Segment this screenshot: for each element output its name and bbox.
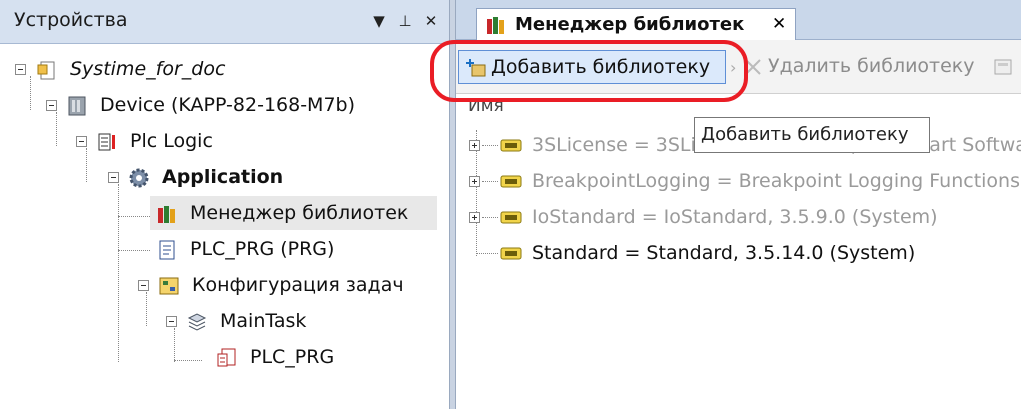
library-version-icon	[500, 139, 522, 152]
tree-node-label: Application	[162, 166, 284, 188]
tooltip-add-library: Добавить библиотеку	[694, 117, 930, 153]
application-gear-icon	[129, 168, 149, 188]
library-manager-icon	[158, 206, 175, 223]
expand-expander-icon[interactable]	[469, 176, 480, 187]
delete-library-label: Удалить библиотеку	[768, 55, 975, 77]
library-row[interactable]: Standard = Standard, 3.5.14.0 (System)	[456, 236, 1021, 270]
tree-node-label: MainTask	[220, 310, 307, 332]
delete-library-button[interactable]: Удалить библиотеку	[736, 50, 986, 84]
library-manager-icon	[487, 17, 504, 34]
expand-expander-icon[interactable]	[469, 212, 480, 223]
tab-label: Менеджер библиотек	[515, 14, 745, 35]
tree-node-plc-prg-call[interactable]: PLC_PRG	[0, 340, 449, 374]
tree-node-application[interactable]: Application	[0, 160, 449, 194]
project-icon	[37, 61, 55, 80]
tree-node-label: Plc Logic	[130, 130, 213, 152]
tree-node-label: PLC_PRG (PRG)	[190, 238, 335, 260]
tree-node-label: Конфигурация задач	[192, 274, 404, 296]
expand-expander-icon[interactable]	[469, 140, 480, 151]
tree-node-main-task[interactable]: MainTask	[0, 304, 449, 338]
collapse-expander-icon[interactable]	[15, 64, 26, 75]
collapse-expander-icon[interactable]	[46, 100, 57, 111]
collapse-expander-icon[interactable]	[76, 136, 87, 147]
tree-node-plc-prg[interactable]: PLC_PRG (PRG)	[150, 232, 437, 266]
library-row[interactable]: BreakpointLogging = Breakpoint Logging F…	[456, 164, 1021, 198]
library-version-icon	[500, 247, 522, 260]
library-label: Standard = Standard, 3.5.14.0 (System)	[532, 242, 916, 264]
close-tab-icon[interactable]: ✕	[772, 14, 786, 34]
device-icon	[68, 96, 86, 116]
tree-node-task-config[interactable]: Конфигурация задач	[0, 268, 449, 302]
devices-panel-title: Устройства	[14, 9, 128, 31]
document-tab-strip: Менеджер библиотек ✕	[456, 0, 1021, 41]
collapse-expander-icon[interactable]	[138, 280, 149, 291]
collapse-expander-icon[interactable]	[108, 172, 119, 183]
tab-library-manager[interactable]: Менеджер библиотек ✕	[476, 8, 796, 41]
library-label: BreakpointLogging = Breakpoint Logging F…	[532, 170, 1021, 192]
highlight-annotation	[430, 40, 748, 102]
tree-node-device[interactable]: Device (KAPP-82-168-M7b)	[0, 88, 449, 122]
task-config-icon	[159, 277, 179, 295]
tree-node-label: PLC_PRG	[250, 346, 335, 368]
collapse-expander-icon[interactable]	[166, 316, 177, 327]
library-properties-icon[interactable]	[992, 56, 1014, 78]
tree-node-project[interactable]: Systime_for_doc	[0, 52, 449, 86]
library-version-icon	[500, 211, 522, 224]
task-icon	[187, 313, 207, 331]
close-panel-icon[interactable]: ✕	[420, 10, 442, 32]
tree-node-label: Device (KAPP-82-168-M7b)	[100, 94, 356, 116]
panel-menu-dropdown-icon[interactable]: ▼	[368, 10, 390, 32]
devices-panel: Устройства ▼ ⊥ ✕ Systime_for_doc Device …	[0, 0, 449, 409]
library-version-icon	[500, 175, 522, 188]
tree-node-label: Менеджер библиотек	[190, 202, 409, 224]
tree-node-plc-logic[interactable]: Plc Logic	[0, 124, 449, 158]
library-label: IoStandard = IoStandard, 3.5.9.0 (System…	[532, 206, 938, 228]
devices-panel-header: Устройства ▼ ⊥ ✕	[0, 0, 449, 44]
program-icon	[159, 240, 175, 260]
pin-icon[interactable]: ⊥	[394, 10, 416, 32]
tree-node-library-manager[interactable]: Менеджер библиотек	[150, 196, 437, 230]
program-call-icon	[217, 348, 236, 367]
plc-logic-icon	[98, 133, 115, 151]
library-row[interactable]: IoStandard = IoStandard, 3.5.9.0 (System…	[456, 200, 1021, 234]
tree-node-label: Systime_for_doc	[70, 58, 226, 80]
